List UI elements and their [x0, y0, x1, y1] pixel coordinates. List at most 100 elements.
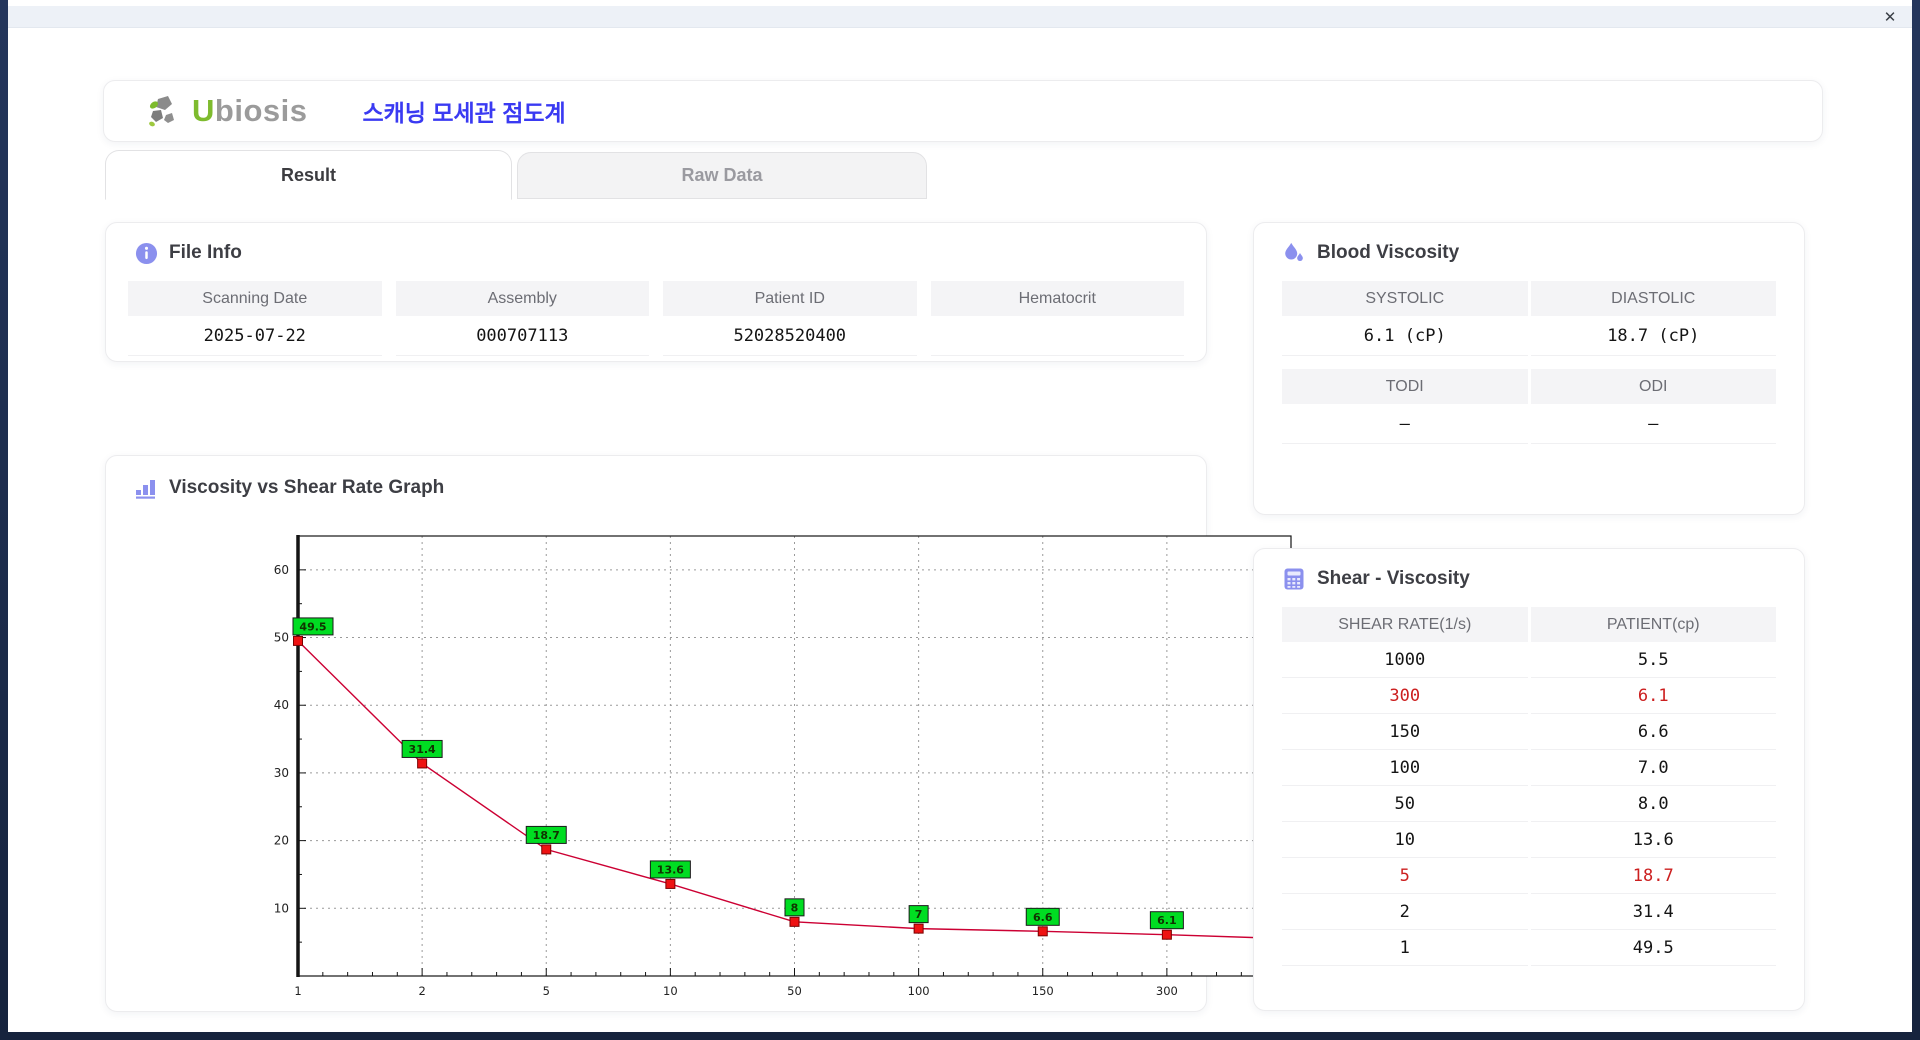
page-title: 스캐닝 모세관 점도계 [362, 100, 566, 126]
app-window: ✕ Ubiosis 스캐닝 모세관 점도계 Result Raw Data Fi… [8, 0, 1912, 1032]
svg-text:6.1: 6.1 [1157, 914, 1177, 927]
bar-chart-icon [134, 476, 158, 500]
desktop-background: ✕ Ubiosis 스캐닝 모세관 점도계 Result Raw Data Fi… [0, 0, 1920, 1040]
shear-viscosity-title: Shear - Viscosity [1317, 568, 1470, 589]
sv-shear-cell: 1 [1282, 930, 1528, 966]
table-row: 50 8.0 [1282, 786, 1776, 822]
svg-text:100: 100 [908, 984, 930, 998]
sv-shear-cell: 50 [1282, 786, 1528, 822]
table-row: 2 31.4 [1282, 894, 1776, 930]
svg-text:30: 30 [274, 766, 289, 780]
bv-header-row: TODI ODI [1282, 369, 1776, 404]
bv-header-cell: ODI [1530, 369, 1776, 404]
bv-value-cell: 6.1 (cP) [1282, 316, 1528, 356]
logo-text: Ubiosis [192, 93, 308, 128]
viscosity-graph-panel: Viscosity vs Shear Rate Graph 10 20 30 40 50… [105, 455, 1318, 1012]
table-row: 100 7.0 [1282, 750, 1776, 786]
svg-text:150: 150 [1032, 984, 1054, 998]
file-info-field: Assembly 000707113 [395, 281, 649, 356]
shear-viscosity-table: SHEAR RATE(1/s) PATIENT(cp) 1000 5.5 300 6.1 1… [1282, 607, 1776, 966]
calculator-icon [1282, 567, 1306, 591]
file-info-field-value: 2025-07-22 [128, 316, 382, 356]
sv-shear-cell: 1000 [1282, 642, 1528, 678]
sv-patient-cell: 7.0 [1530, 750, 1776, 786]
svg-text:2: 2 [418, 984, 425, 998]
blood-viscosity-panel: Blood Viscosity SYSTOLIC DIASTOLIC 6.1 (cP… [1253, 222, 1805, 515]
svg-text:10: 10 [663, 984, 678, 998]
viscosity-line-chart: 1020304050601251050100150300100049.531.4… [274, 535, 1318, 998]
sv-patient-cell: 13.6 [1530, 822, 1776, 858]
svg-text:7: 7 [915, 908, 923, 921]
info-icon [134, 241, 158, 265]
bv-header-cell: DIASTOLIC [1530, 281, 1776, 316]
svg-text:50: 50 [787, 984, 802, 998]
svg-text:40: 40 [274, 698, 289, 712]
sv-patient-cell: 6.6 [1530, 714, 1776, 750]
table-row: 5 18.7 [1282, 858, 1776, 894]
graph-title: Viscosity vs Shear Rate Graph [169, 477, 445, 498]
table-row: 1000 5.5 [1282, 642, 1776, 678]
app-header: Ubiosis 스캐닝 모세관 점도계 [103, 80, 1823, 142]
blood-viscosity-table: SYSTOLIC DIASTOLIC 6.1 (cP) 18.7 (cP) TODI OD… [1282, 281, 1776, 444]
ubiosis-logo: Ubiosis [146, 91, 307, 131]
svg-text:10: 10 [274, 901, 289, 915]
blood-drops-icon [1282, 241, 1306, 265]
file-info-title: File Info [169, 242, 242, 263]
file-info-field-label: Hematocrit [930, 281, 1184, 316]
file-info-field: Hematocrit [930, 281, 1184, 356]
file-info-fields: Scanning Date 2025-07-22 Assembly 000707113… [128, 281, 1184, 356]
file-info-field-label: Patient ID [663, 281, 917, 316]
sv-patient-cell: 8.0 [1530, 786, 1776, 822]
sv-patient-cell: 49.5 [1530, 930, 1776, 966]
close-icon[interactable]: ✕ [1880, 7, 1900, 27]
file-info-field-label: Assembly [395, 281, 649, 316]
sv-shear-cell: 2 [1282, 894, 1528, 930]
bv-value-cell: – [1282, 404, 1528, 444]
ubiosis-logo-icon [146, 91, 186, 131]
svg-text:60: 60 [274, 563, 289, 577]
file-info-panel: File Info Scanning Date 2025-07-22 Assembl… [105, 222, 1207, 362]
svg-text:8: 8 [791, 901, 799, 914]
sv-shear-cell: 10 [1282, 822, 1528, 858]
table-row: 150 6.6 [1282, 714, 1776, 750]
svg-text:50: 50 [274, 631, 289, 645]
svg-text:49.5: 49.5 [299, 620, 326, 633]
sv-shear-cell: 100 [1282, 750, 1528, 786]
tab-raw-data[interactable]: Raw Data [517, 152, 927, 199]
bv-value-row: 6.1 (cP) 18.7 (cP) [1282, 316, 1776, 356]
sv-patient-cell: 31.4 [1530, 894, 1776, 930]
sv-shear-cell: 300 [1282, 678, 1528, 714]
file-info-field-value [930, 316, 1184, 356]
table-row: 1 49.5 [1282, 930, 1776, 966]
tab-result[interactable]: Result [105, 150, 512, 200]
svg-text:13.6: 13.6 [657, 863, 684, 876]
sv-shear-cell: 5 [1282, 858, 1528, 894]
svg-text:5: 5 [543, 984, 550, 998]
file-info-field: Patient ID 52028520400 [663, 281, 917, 356]
svg-text:18.7: 18.7 [533, 829, 560, 842]
sv-header-cell: SHEAR RATE(1/s) [1282, 607, 1528, 642]
sv-patient-cell: 5.5 [1530, 642, 1776, 678]
svg-text:1: 1 [294, 984, 301, 998]
file-info-field-value: 52028520400 [663, 316, 917, 356]
sv-patient-cell: 6.1 [1530, 678, 1776, 714]
file-info-field: Scanning Date 2025-07-22 [128, 281, 382, 356]
bv-header-row: SYSTOLIC DIASTOLIC [1282, 281, 1776, 316]
shear-viscosity-panel: Shear - Viscosity SHEAR RATE(1/s) PATIENT… [1253, 548, 1805, 1011]
sv-header-row: SHEAR RATE(1/s) PATIENT(cp) [1282, 607, 1776, 642]
sv-shear-cell: 150 [1282, 714, 1528, 750]
sv-patient-cell: 18.7 [1530, 858, 1776, 894]
svg-text:20: 20 [274, 834, 289, 848]
svg-text:31.4: 31.4 [409, 743, 436, 756]
bv-value-row: – – [1282, 404, 1776, 444]
table-row: 10 13.6 [1282, 822, 1776, 858]
bv-header-cell: TODI [1282, 369, 1528, 404]
svg-text:6.6: 6.6 [1033, 911, 1053, 924]
bv-value-cell: 18.7 (cP) [1530, 316, 1776, 356]
window-titlebar: ✕ [8, 6, 1912, 28]
bv-value-cell: – [1530, 404, 1776, 444]
svg-text:300: 300 [1156, 984, 1178, 998]
bv-header-cell: SYSTOLIC [1282, 281, 1528, 316]
sv-header-cell: PATIENT(cp) [1530, 607, 1776, 642]
file-info-field-label: Scanning Date [128, 281, 382, 316]
